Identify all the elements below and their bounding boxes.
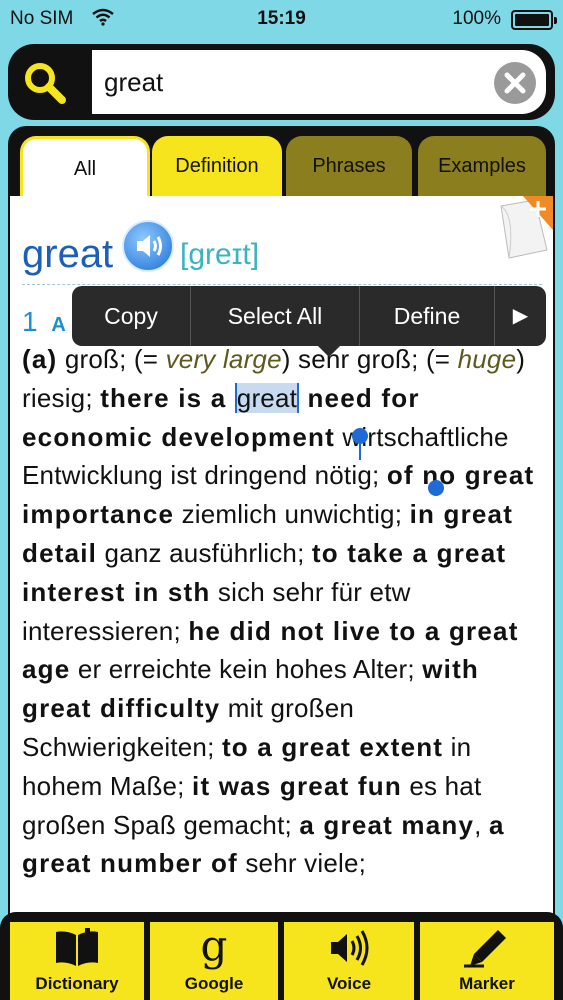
tab-definition[interactable]: Definition [152,136,282,200]
search-bar [8,44,555,120]
pronunciation: [greɪt] [180,238,260,271]
voice-label: Voice [326,974,372,993]
example-phrase: to a great extent [221,731,444,762]
copy-menu-item[interactable]: Copy [72,286,190,346]
battery-percentage: 100% [452,8,501,29]
selection-end-handle[interactable] [428,480,444,496]
close-icon [504,72,526,94]
marker-button[interactable]: Marker [420,922,554,1000]
selection-start-stem [359,440,361,460]
sense-number: 1 A [22,306,66,337]
sense-label: (a) [22,344,58,374]
example-phrase: a great many [299,809,475,840]
headword-row: great [greɪt] [22,220,542,290]
tab-examples[interactable]: Examples [418,136,546,200]
dictionary-button[interactable]: Dictionary [10,922,144,1000]
more-menu-arrow-icon[interactable]: ▶ [495,286,546,346]
clear-search-button[interactable] [494,62,536,104]
toolbar-divider [146,926,149,1000]
selected-text[interactable]: great [234,382,300,413]
headword: great [22,232,114,276]
tab-all[interactable]: All [20,136,150,200]
speaker-icon[interactable] [122,220,174,272]
toolbar-divider [280,926,283,1000]
marker-pen-icon [462,928,512,973]
example-phrase: there is a [100,382,235,413]
content-panel: All Definition Phrases Examples great [g… [8,126,555,916]
google-button[interactable]: g Google [150,922,278,1000]
select-all-menu-item[interactable]: Select All [191,286,359,346]
add-marker-button[interactable] [493,196,553,260]
tab-phrases[interactable]: Phrases [286,136,412,200]
bottom-toolbar: Dictionary g Google Voice Marker [0,912,563,1000]
voice-button[interactable]: Voice [284,922,414,1000]
define-menu-item[interactable]: Define [360,286,494,346]
marker-label: Marker [459,974,515,993]
example-phrase: it was great fun [192,770,402,801]
gloss-huge: huge [457,344,517,374]
google-g-icon: g [200,921,228,970]
search-field-container [92,50,546,114]
search-input[interactable] [104,60,484,104]
divider [22,284,542,285]
google-label: Google [184,974,244,993]
text-context-menu: Copy Select All Define ▶ [72,286,546,346]
gloss-very-large: very large [165,344,282,374]
toolbar-divider [416,926,419,1000]
status-bar: No SIM 15:19 100% [0,0,563,38]
speaker-volume-icon [325,928,373,973]
dictionary-label: Dictionary [35,974,119,993]
search-icon[interactable] [18,58,74,106]
battery-icon [511,10,557,30]
sense-marker: A [51,314,66,336]
tab-bar: All Definition Phrases Examples [8,126,555,200]
book-icon [52,928,102,973]
entry-definition-text: (a) groß; (= very large) sehr groß; (= h… [22,344,535,879]
menu-pointer [318,346,340,357]
